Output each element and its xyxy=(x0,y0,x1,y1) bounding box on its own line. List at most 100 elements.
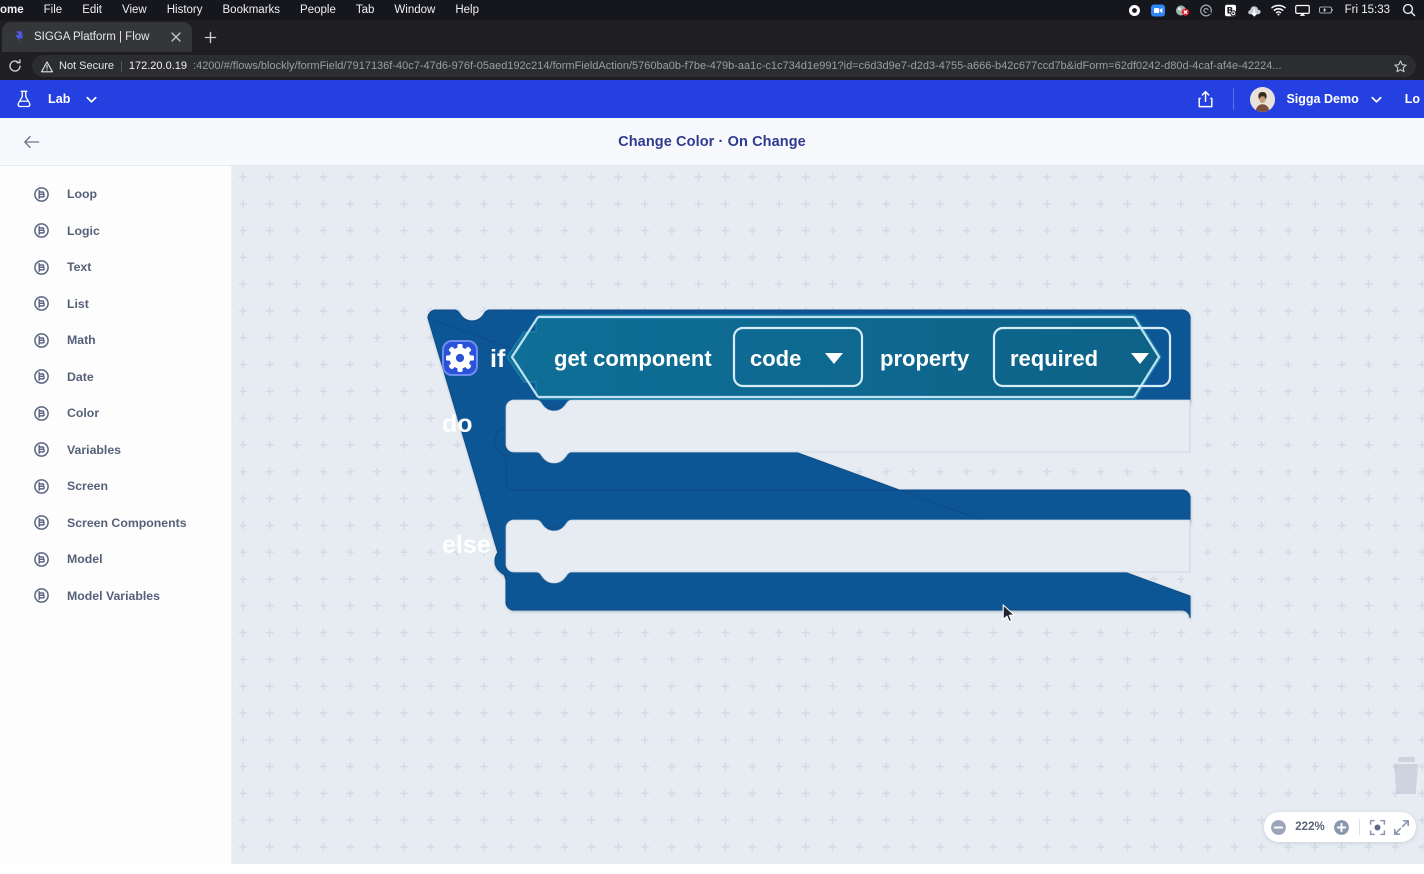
chevron-down-icon[interactable] xyxy=(85,93,98,106)
center-target-icon[interactable] xyxy=(1369,819,1386,836)
battery-icon[interactable] xyxy=(1319,3,1334,17)
browser-tab-strip: SIGGA Platform | Flow xyxy=(0,20,1424,52)
lab-flask-icon xyxy=(14,89,34,109)
new-tab-button[interactable] xyxy=(192,31,227,52)
blockly-category-icon xyxy=(33,514,50,531)
expand-icon[interactable] xyxy=(1393,819,1410,836)
sidebar-item-label: Date xyxy=(67,370,94,384)
sidebar-item-list[interactable]: List xyxy=(0,286,231,323)
screen-recorder-icon[interactable] xyxy=(1199,3,1214,17)
sidebar-item-text[interactable]: Text xyxy=(0,249,231,286)
airplay-icon[interactable] xyxy=(1295,3,1310,17)
property-dropdown-value: required xyxy=(1010,346,1098,371)
reload-icon[interactable] xyxy=(8,59,22,73)
sidebar-item-label: Model xyxy=(67,552,103,566)
sidebar-item-model[interactable]: Model xyxy=(0,541,231,578)
blockly-category-icon xyxy=(33,587,50,604)
sidebar-item-screen[interactable]: Screen xyxy=(0,468,231,505)
gear-icon[interactable] xyxy=(443,341,477,375)
sidebar-item-label: Text xyxy=(67,260,91,274)
menu-item-tab[interactable]: Tab xyxy=(346,0,385,20)
sidebar-item-label: Screen Components xyxy=(67,516,187,530)
menu-item-bookmarks[interactable]: Bookmarks xyxy=(213,0,291,20)
sidebar-item-math[interactable]: Math xyxy=(0,322,231,359)
blockly-category-icon xyxy=(33,368,50,385)
menu-item-chrome[interactable]: ome xyxy=(0,0,34,20)
blockly-block-if-else[interactable]: if do else get component code xyxy=(428,310,1198,625)
browser-tab[interactable]: SIGGA Platform | Flow xyxy=(2,22,192,52)
sidebar-item-label: Logic xyxy=(67,224,100,238)
browser-toolbar: Not Secure | 172.20.0.19 :4200/#/flows/b… xyxy=(0,52,1424,80)
bartender-icon[interactable]: B xyxy=(1223,3,1238,17)
app-header: Lab Sigga Demo Lo xyxy=(0,80,1424,118)
blockly-block-get-component-property[interactable]: get component code property required xyxy=(507,315,1170,399)
macos-app-menus: ome File Edit View History Bookmarks Peo… xyxy=(0,0,489,20)
menu-item-window[interactable]: Window xyxy=(384,0,445,20)
workspace: Loop Logic Text List Math xyxy=(0,166,1424,864)
sidebar-item-logic[interactable]: Logic xyxy=(0,213,231,250)
sidebar-item-label: Color xyxy=(67,406,99,420)
zoom-in-button[interactable] xyxy=(1333,819,1350,836)
share-upload-icon[interactable] xyxy=(1196,90,1215,109)
sidebar-item-label: List xyxy=(67,297,89,311)
zoom-out-button[interactable] xyxy=(1270,819,1287,836)
header-divider xyxy=(1233,88,1234,110)
record-icon[interactable] xyxy=(1127,3,1142,17)
security-status-label: Not Secure xyxy=(59,60,114,72)
zoom-controls: 222% xyxy=(1264,812,1416,842)
blockly-category-icon xyxy=(33,186,50,203)
block-if-label: if xyxy=(490,345,506,373)
sidebar-item-label: Screen xyxy=(67,479,108,493)
property-label: property xyxy=(880,346,970,371)
sidebar-item-screen-components[interactable]: Screen Components xyxy=(0,505,231,542)
zoom-level-label: 222% xyxy=(1294,821,1326,833)
sidebar-item-model-variables[interactable]: Model Variables xyxy=(0,578,231,615)
page-title-bar: Change Color · On Change xyxy=(0,118,1424,166)
star-icon[interactable] xyxy=(1394,60,1407,73)
close-icon[interactable] xyxy=(168,29,184,46)
block-else-label: else xyxy=(442,531,491,559)
sidebar-item-variables[interactable]: Variables xyxy=(0,432,231,469)
omnibox-separator: | xyxy=(120,60,123,72)
browser-tab-title: SIGGA Platform | Flow xyxy=(34,31,160,43)
trash-can-icon[interactable] xyxy=(1392,752,1424,796)
sidebar-item-label: Loop xyxy=(67,187,97,201)
sidebar-item-loop[interactable]: Loop xyxy=(0,176,231,213)
blockly-category-icon xyxy=(33,441,50,458)
sidebar-item-date[interactable]: Date xyxy=(0,359,231,396)
sidebar-item-color[interactable]: Color xyxy=(0,395,231,432)
blockly-canvas[interactable]: if do else get component code xyxy=(232,166,1424,864)
sidebar-item-label: Variables xyxy=(67,443,121,457)
warning-triangle-icon xyxy=(41,60,53,72)
blockly-category-icon xyxy=(33,259,50,276)
blockly-category-icon xyxy=(33,478,50,495)
blockly-category-icon xyxy=(33,222,50,239)
menu-item-help[interactable]: Help xyxy=(445,0,489,20)
block-do-label: do xyxy=(442,410,473,438)
macos-status-items: B Fri 15:33 xyxy=(1127,3,1416,17)
spotlight-search-icon[interactable] xyxy=(1401,3,1416,17)
colorsync-icon[interactable] xyxy=(1175,3,1190,17)
menu-item-edit[interactable]: Edit xyxy=(72,0,112,20)
url-path: :4200/#/flows/blockly/formField/7917136f… xyxy=(193,60,1388,72)
page-bottom-strip xyxy=(0,864,1424,874)
macos-clock: Fri 15:33 xyxy=(1343,4,1392,16)
user-name-label: Sigga Demo xyxy=(1286,92,1358,106)
blockly-toolbox: Loop Logic Text List Math xyxy=(0,166,232,864)
blockly-category-icon xyxy=(33,295,50,312)
macos-menu-bar: ome File Edit View History Bookmarks Peo… xyxy=(0,0,1424,20)
chevron-down-icon[interactable] xyxy=(1370,93,1383,106)
menu-item-people[interactable]: People xyxy=(290,0,346,20)
zoom-meeting-icon[interactable] xyxy=(1151,3,1166,17)
avatar[interactable] xyxy=(1250,87,1275,112)
logout-button[interactable]: Lo xyxy=(1405,92,1420,106)
arrow-left-icon[interactable] xyxy=(22,132,42,152)
backup-cloud-icon[interactable] xyxy=(1247,3,1262,17)
app-header-right: Sigga Demo Lo xyxy=(1196,87,1424,112)
sidebar-item-label: Math xyxy=(67,333,96,347)
menu-item-file[interactable]: File xyxy=(34,0,73,20)
address-bar[interactable]: Not Secure | 172.20.0.19 :4200/#/flows/b… xyxy=(32,55,1416,77)
menu-item-view[interactable]: View xyxy=(112,0,157,20)
wifi-icon[interactable] xyxy=(1271,3,1286,17)
menu-item-history[interactable]: History xyxy=(157,0,213,20)
